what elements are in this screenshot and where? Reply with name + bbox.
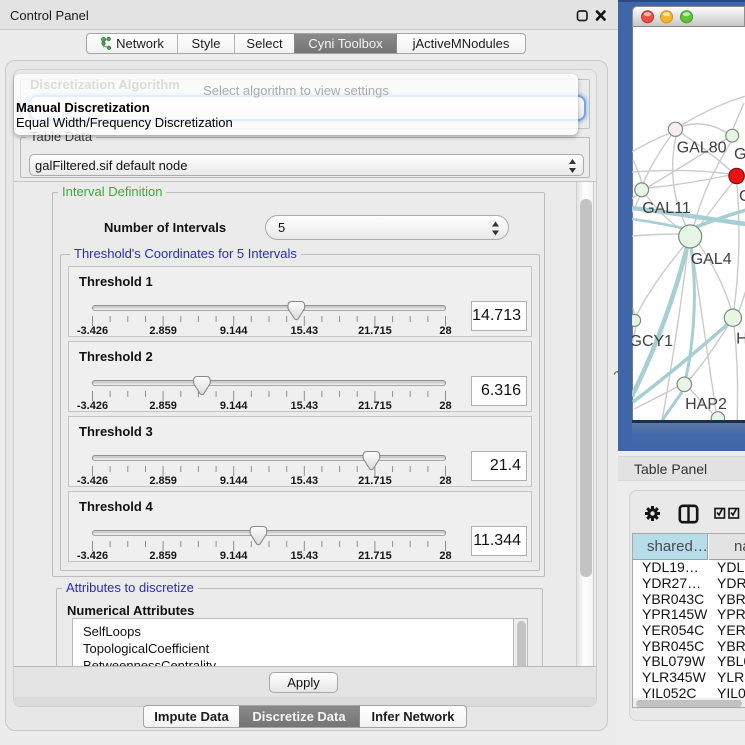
svg-text:GAL11: GAL11 (642, 200, 691, 217)
svg-text:GAL4: GAL4 (691, 251, 732, 268)
svg-text:HAP2: HAP2 (685, 396, 727, 413)
svg-text:GA: GA (734, 146, 745, 163)
svg-text:GCY1: GCY1 (632, 333, 673, 350)
svg-text:GAL80: GAL80 (677, 140, 727, 157)
svg-text:C: C (739, 188, 745, 205)
svg-text:HA: HA (736, 330, 745, 347)
